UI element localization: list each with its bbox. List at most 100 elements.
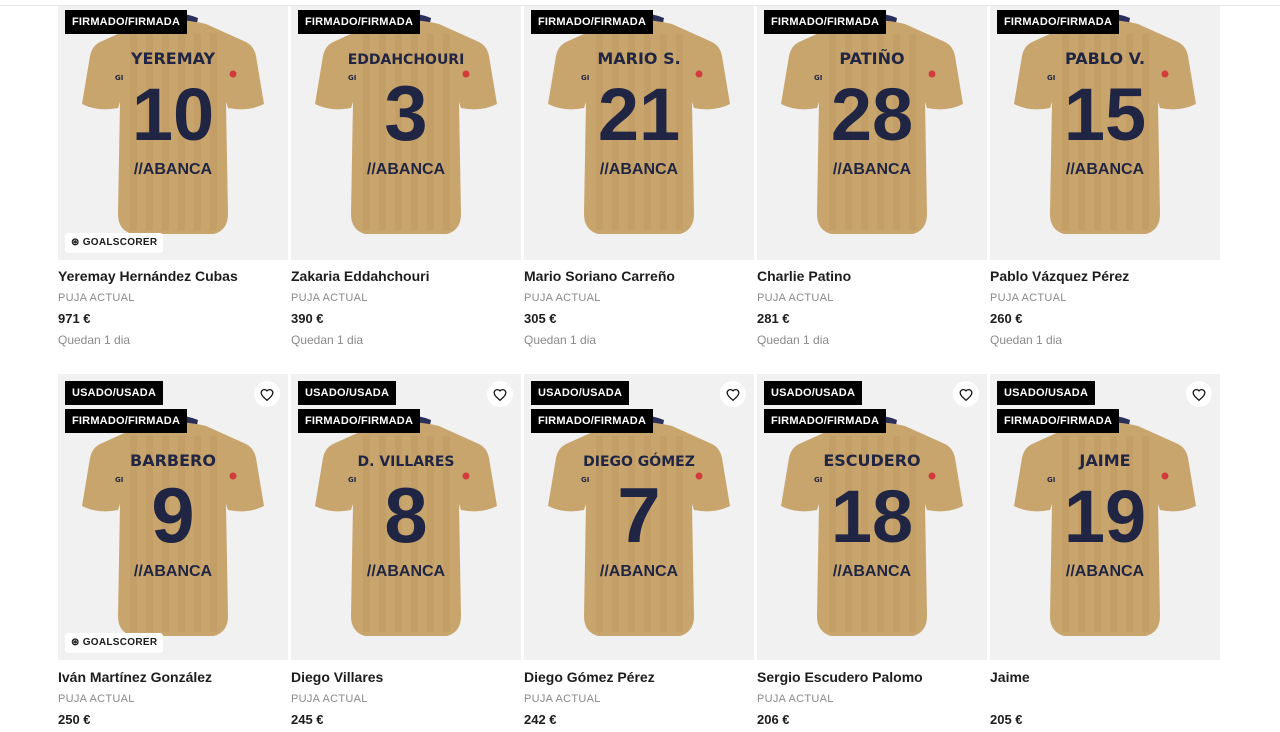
jersey-number: 3 [384, 69, 427, 157]
product-image[interactable]: TERRACO BARBERO 9 //ABANCA GI USADO/USAD… [58, 374, 288, 660]
jersey-player-name: JAIME [1078, 451, 1130, 470]
favorite-button[interactable] [254, 381, 280, 407]
jersey-number: 10 [132, 73, 214, 156]
svg-text:GI: GI [115, 476, 123, 484]
product-card[interactable]: TERRACO PATIÑO 28 //ABANCA GI FIRMADO/FI… [757, 6, 987, 368]
jersey-image: TERRACO MARIO S. 21 //ABANCA GI [548, 13, 730, 234]
current-bid-label: PUJA ACTUAL [524, 693, 601, 705]
product-card[interactable]: TERRACO MARIO S. 21 //ABANCA GI FIRMADO/… [524, 6, 754, 368]
product-card[interactable]: TERRACO DIEGO GÓMEZ 7 //ABANCA GI USADO/… [524, 368, 754, 730]
used-badge: USADO/USADA [764, 381, 863, 405]
product-title[interactable]: Zakaria Eddahchouri [291, 268, 521, 284]
product-card[interactable]: TERRACO EDDAHCHOURI 3 //ABANCA GI FIRMAD… [291, 6, 521, 368]
time-remaining: Quedan 1 dia [58, 333, 131, 347]
signed-badge: FIRMADO/FIRMADA [764, 409, 887, 433]
product-title[interactable]: Diego Gómez Pérez [524, 669, 754, 685]
product-card[interactable]: TERRACO ESCUDERO 18 //ABANCA GI USADO/US… [757, 368, 987, 730]
jersey-sponsor: //ABANCA [1066, 563, 1145, 580]
jersey-number: 15 [1064, 73, 1146, 156]
svg-text:GI: GI [1047, 476, 1055, 484]
jersey-player-name: DIEGO GÓMEZ [583, 452, 695, 470]
product-title[interactable]: Diego Villares [291, 669, 521, 685]
jersey-image: TERRACO D. VILLARES 8 //ABANCA GI [315, 415, 497, 636]
product-title[interactable]: Jaime [990, 669, 1220, 685]
jersey-player-name: D. VILLARES [358, 454, 455, 470]
product-image[interactable]: TERRACO DIEGO GÓMEZ 7 //ABANCA GI USADO/… [524, 374, 754, 660]
jersey-image: TERRACO ESCUDERO 18 //ABANCA GI [781, 415, 963, 636]
product-title[interactable]: Pablo Vázquez Pérez [990, 268, 1220, 284]
jersey-sponsor: //ABANCA [833, 161, 912, 178]
jersey-sponsor: //ABANCA [600, 161, 679, 178]
heart-outline-icon [1192, 388, 1206, 401]
football-icon: ⊛ [71, 637, 80, 648]
favorite-button[interactable] [487, 381, 513, 407]
favorite-button[interactable] [720, 381, 746, 407]
svg-text:GI: GI [1047, 74, 1055, 82]
product-title[interactable]: Sergio Escudero Palomo [757, 669, 987, 685]
current-bid-label: PUJA ACTUAL [58, 292, 135, 304]
svg-text:GI: GI [581, 74, 589, 82]
signed-badge: FIRMADO/FIRMADA [764, 10, 887, 34]
time-remaining: Quedan 1 dia [757, 333, 830, 347]
signed-badge: FIRMADO/FIRMADA [65, 10, 188, 34]
jersey-image: TERRACO DIEGO GÓMEZ 7 //ABANCA GI [548, 415, 730, 636]
jersey-sponsor: //ABANCA [367, 161, 446, 178]
current-bid-label: PUJA ACTUAL [291, 292, 368, 304]
signed-badge: FIRMADO/FIRMADA [997, 10, 1120, 34]
heart-outline-icon [726, 388, 740, 401]
product-card[interactable]: TERRACO YEREMAY 10 //ABANCA GI FIRMADO/F… [58, 6, 288, 368]
signed-badge: FIRMADO/FIRMADA [997, 409, 1120, 433]
product-grid: TERRACO YEREMAY 10 //ABANCA GI FIRMADO/F… [58, 6, 1222, 730]
current-bid-label [990, 693, 1220, 706]
jersey-image: TERRACO PABLO V. 15 //ABANCA GI [1014, 13, 1196, 234]
current-bid-price: 242 € [524, 712, 557, 727]
signed-badge: FIRMADO/FIRMADA [298, 409, 421, 433]
time-remaining: Quedan 1 dia [524, 333, 597, 347]
used-badge: USADO/USADA [531, 381, 630, 405]
product-card[interactable]: TERRACO BARBERO 9 //ABANCA GI USADO/USAD… [58, 368, 288, 730]
jersey-sponsor: //ABANCA [134, 161, 213, 178]
goalscorer-label: GOALSCORER [82, 237, 158, 248]
product-title[interactable]: Iván Martínez González [58, 669, 288, 685]
goalscorer-tag: ⊛ GOALSCORER [65, 633, 164, 653]
jersey-number: 19 [1064, 475, 1146, 558]
svg-text:GI: GI [115, 74, 123, 82]
jersey-player-name: MARIO S. [597, 49, 680, 68]
svg-text:GI: GI [814, 74, 822, 82]
product-title[interactable]: Yeremay Hernández Cubas [58, 268, 288, 284]
jersey-number: 7 [617, 471, 660, 559]
signed-badge: FIRMADO/FIRMADA [531, 409, 654, 433]
svg-text:GI: GI [348, 74, 356, 82]
signed-badge: FIRMADO/FIRMADA [65, 409, 188, 433]
current-bid-price: 305 € [524, 311, 557, 326]
product-card[interactable]: TERRACO PABLO V. 15 //ABANCA GI FIRMADO/… [990, 6, 1220, 368]
current-bid-label: PUJA ACTUAL [757, 292, 834, 304]
product-image[interactable]: TERRACO PATIÑO 28 //ABANCA GI FIRMADO/FI… [757, 6, 987, 260]
product-image[interactable]: TERRACO YEREMAY 10 //ABANCA GI FIRMADO/F… [58, 6, 288, 260]
product-image[interactable]: TERRACO MARIO S. 21 //ABANCA GI FIRMADO/… [524, 6, 754, 260]
used-badge: USADO/USADA [65, 381, 164, 405]
jersey-sponsor: //ABANCA [600, 563, 679, 580]
jersey-number: 21 [598, 73, 680, 156]
product-card[interactable]: TERRACO JAIME 19 //ABANCA GI USADO/USADA… [990, 368, 1220, 730]
product-image[interactable]: TERRACO D. VILLARES 8 //ABANCA GI USADO/… [291, 374, 521, 660]
current-bid-label: PUJA ACTUAL [58, 693, 135, 705]
product-image[interactable]: TERRACO PABLO V. 15 //ABANCA GI FIRMADO/… [990, 6, 1220, 260]
product-image[interactable]: TERRACO JAIME 19 //ABANCA GI USADO/USADA… [990, 374, 1220, 660]
product-row-1: TERRACO YEREMAY 10 //ABANCA GI FIRMADO/F… [58, 6, 1222, 368]
current-bid-price: 260 € [990, 311, 1023, 326]
current-bid-price: 250 € [58, 712, 91, 727]
jersey-player-name: PATIÑO [839, 49, 904, 68]
product-card[interactable]: TERRACO D. VILLARES 8 //ABANCA GI USADO/… [291, 368, 521, 730]
current-bid-price: 245 € [291, 712, 324, 727]
product-title[interactable]: Mario Soriano Carreño [524, 268, 754, 284]
current-bid-price: 971 € [58, 311, 91, 326]
product-title[interactable]: Charlie Patino [757, 268, 987, 284]
product-image[interactable]: TERRACO EDDAHCHOURI 3 //ABANCA GI FIRMAD… [291, 6, 521, 260]
favorite-button[interactable] [1186, 381, 1212, 407]
favorite-button[interactable] [953, 381, 979, 407]
product-row-2: TERRACO BARBERO 9 //ABANCA GI USADO/USAD… [58, 368, 1222, 730]
jersey-image: TERRACO PATIÑO 28 //ABANCA GI [781, 13, 963, 234]
product-image[interactable]: TERRACO ESCUDERO 18 //ABANCA GI USADO/US… [757, 374, 987, 660]
current-bid-label: PUJA ACTUAL [291, 693, 368, 705]
